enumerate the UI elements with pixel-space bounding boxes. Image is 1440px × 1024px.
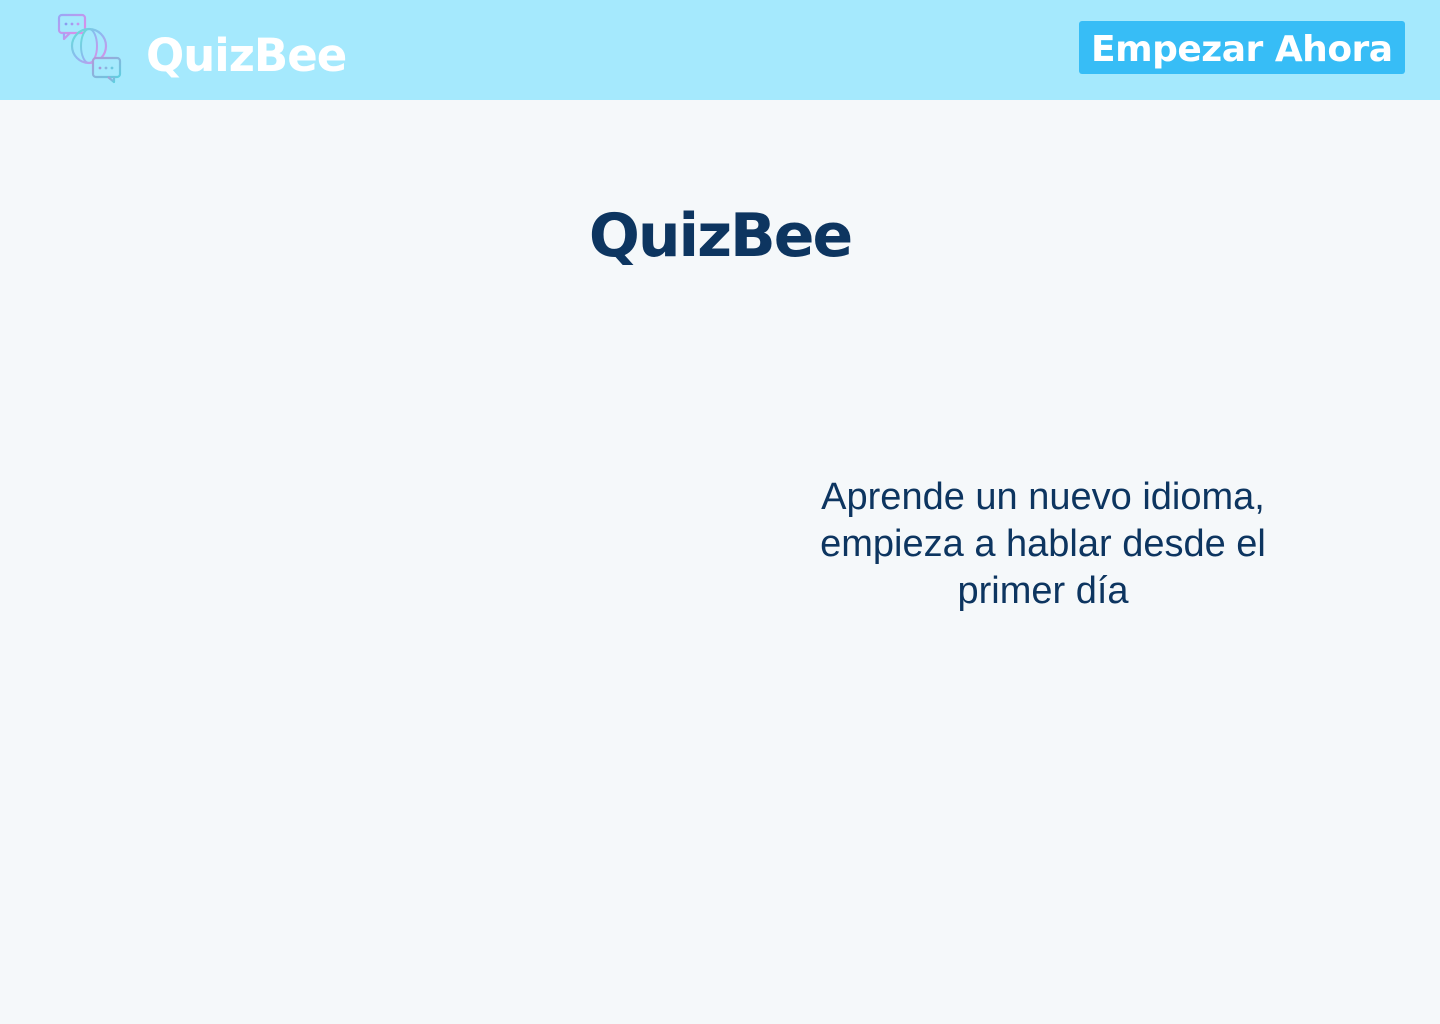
navbar: QuizBee Empezar Ahora — [0, 0, 1440, 100]
start-now-button[interactable]: Empezar Ahora — [1079, 21, 1405, 74]
brand-name[interactable]: QuizBee — [146, 28, 347, 84]
page-title: QuizBee — [588, 201, 853, 271]
chat-globe-icon[interactable] — [56, 12, 124, 84]
start-now-button-label: Empezar Ahora — [1091, 29, 1393, 70]
hero-tagline: Aprende un nuevo idioma, empieza a habla… — [820, 476, 1266, 612]
